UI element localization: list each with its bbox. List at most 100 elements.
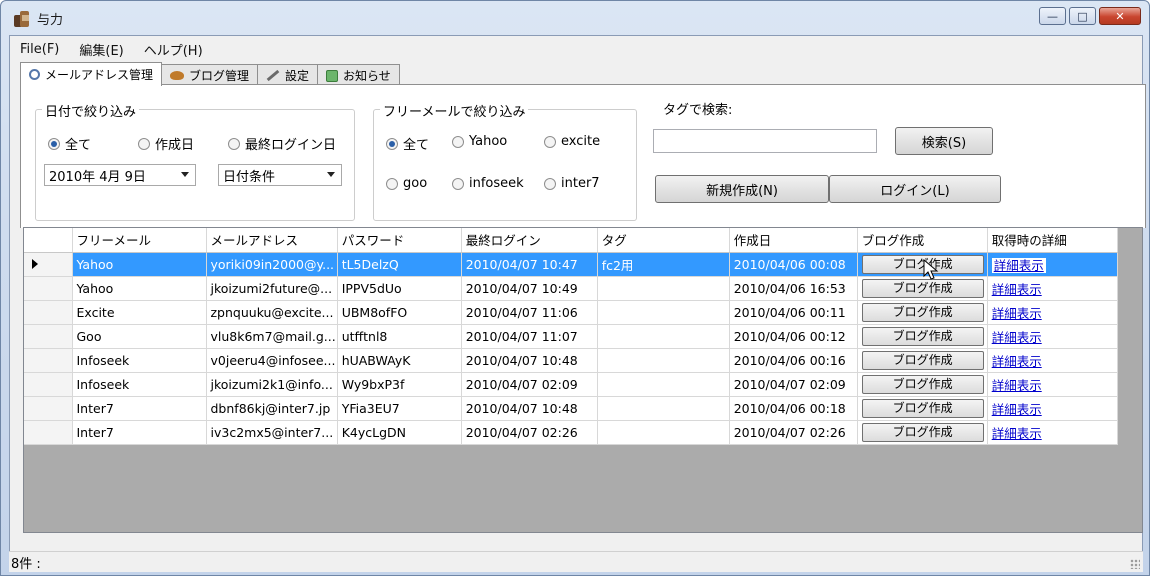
table-row[interactable]: Yahoo yoriki09in2000@y... tL5DelzQ 2010/04/… (24, 252, 1118, 277)
blog-create-button[interactable]: ブログ作成 (861, 278, 984, 298)
table-cell[interactable]: 2010/04/07 10:48 (461, 348, 598, 373)
resize-grip-icon[interactable] (1130, 559, 1140, 569)
table-cell[interactable]: fc2用 (597, 252, 730, 277)
table-cell[interactable]: YFia3EU7 (337, 396, 462, 421)
table-cell[interactable] (597, 420, 730, 445)
detail-cell[interactable]: 詳細表示 (987, 348, 1118, 373)
blog-create-button[interactable]: ブログ作成 (861, 326, 984, 346)
table-cell[interactable]: vlu8k6m7@mail.g... (206, 324, 338, 349)
detail-link[interactable]: 詳細表示 (992, 330, 1042, 345)
table-cell[interactable]: 2010/04/06 00:11 (729, 300, 858, 325)
table-cell[interactable]: 2010/04/07 02:09 (729, 372, 858, 397)
table-cell[interactable]: tL5DelzQ (337, 252, 462, 277)
table-cell[interactable]: Excite (72, 300, 207, 325)
table-cell[interactable] (597, 324, 730, 349)
table-cell[interactable]: jkoizumi2future@... (206, 276, 338, 301)
row-header[interactable] (24, 324, 73, 349)
table-row[interactable]: Goo vlu8k6m7@mail.g... utfftnl8 2010/04/07 … (24, 324, 1118, 349)
column-header[interactable]: 作成日 (729, 228, 858, 253)
row-header[interactable] (24, 252, 73, 277)
table-cell[interactable]: zpnquuku@excite... (206, 300, 338, 325)
tab-settings[interactable]: 設定 (257, 64, 319, 86)
table-cell[interactable]: 2010/04/07 10:47 (461, 252, 598, 277)
table-cell[interactable]: 2010/04/07 11:06 (461, 300, 598, 325)
date-picker[interactable]: 2010年 4月 9日 (44, 164, 196, 186)
blog-create-button[interactable]: ブログ作成 (861, 422, 984, 442)
radio-date-lastlogin[interactable]: 最終ログイン日 (228, 134, 336, 153)
column-header[interactable]: タグ (597, 228, 730, 253)
table-cell[interactable]: 2010/04/06 16:53 (729, 276, 858, 301)
detail-link[interactable]: 詳細表示 (992, 306, 1042, 321)
detail-cell[interactable]: 詳細表示 (987, 372, 1118, 397)
radio-mail-infoseek[interactable]: infoseek (452, 176, 524, 191)
blog-create-cell[interactable]: ブログ作成 (857, 396, 988, 421)
table-row[interactable]: Yahoo jkoizumi2future@... IPPV5dUo 2010/04/… (24, 276, 1118, 301)
table-row[interactable]: Excite zpnquuku@excite... UBM8ofFO 2010/04/… (24, 300, 1118, 325)
blog-create-cell[interactable]: ブログ作成 (857, 324, 988, 349)
radio-mail-goo[interactable]: goo (386, 176, 427, 191)
table-cell[interactable]: 2010/04/07 10:49 (461, 276, 598, 301)
menu-file[interactable]: File(F) (20, 42, 59, 57)
blog-create-button[interactable]: ブログ作成 (861, 302, 984, 322)
table-cell[interactable]: 2010/04/07 02:26 (461, 420, 598, 445)
table-cell[interactable]: Infoseek (72, 372, 207, 397)
table-cell[interactable] (597, 300, 730, 325)
table-cell[interactable]: Goo (72, 324, 207, 349)
blog-create-button[interactable]: ブログ作成 (861, 350, 984, 370)
detail-cell[interactable]: 詳細表示 (987, 276, 1118, 301)
close-button[interactable]: ✕ (1099, 7, 1141, 25)
table-cell[interactable]: UBM8ofFO (337, 300, 462, 325)
menu-edit[interactable]: 編集(E) (79, 40, 123, 59)
table-cell[interactable]: Wy9bxP3f (337, 372, 462, 397)
column-header[interactable]: メールアドレス (206, 228, 338, 253)
table-cell[interactable]: jkoizumi2k1@info... (206, 372, 338, 397)
detail-cell[interactable]: 詳細表示 (987, 396, 1118, 421)
tab-blog-management[interactable]: ブログ管理 (161, 64, 259, 86)
table-cell[interactable]: Inter7 (72, 396, 207, 421)
table-cell[interactable]: 2010/04/07 11:07 (461, 324, 598, 349)
tab-news[interactable]: お知らせ (317, 64, 400, 86)
column-header[interactable]: ブログ作成 (857, 228, 988, 253)
radio-date-all[interactable]: 全て (48, 134, 91, 153)
blog-create-button[interactable]: ブログ作成 (861, 398, 984, 418)
radio-mail-yahoo[interactable]: Yahoo (452, 134, 507, 149)
row-header[interactable] (24, 300, 73, 325)
blog-create-button[interactable]: ブログ作成 (861, 374, 984, 394)
tag-search-input[interactable] (653, 129, 877, 153)
detail-cell[interactable]: 詳細表示 (987, 300, 1118, 325)
blog-create-cell[interactable]: ブログ作成 (857, 420, 988, 445)
table-cell[interactable]: Yahoo (72, 276, 207, 301)
table-cell[interactable]: 2010/04/07 02:09 (461, 372, 598, 397)
detail-link[interactable]: 詳細表示 (992, 426, 1042, 441)
detail-link[interactable]: 詳細表示 (992, 402, 1042, 417)
search-button[interactable]: 検索(S) (895, 127, 993, 155)
table-cell[interactable]: 2010/04/07 10:48 (461, 396, 598, 421)
column-header[interactable]: 最終ログイン (461, 228, 598, 253)
date-condition-select[interactable]: 日付条件 (218, 164, 342, 186)
table-cell[interactable]: IPPV5dUo (337, 276, 462, 301)
table-cell[interactable]: v0jeeru4@infosee... (206, 348, 338, 373)
table-cell[interactable]: dbnf86kj@inter7.jp (206, 396, 338, 421)
detail-link[interactable]: 詳細表示 (991, 257, 1046, 273)
radio-date-created[interactable]: 作成日 (138, 134, 194, 153)
minimize-button[interactable]: — (1039, 7, 1066, 25)
tab-mail-management[interactable]: メールアドレス管理 (20, 62, 163, 86)
table-cell[interactable]: 2010/04/06 00:08 (729, 252, 858, 277)
table-cell[interactable]: 2010/04/07 02:26 (729, 420, 858, 445)
table-cell[interactable]: 2010/04/06 00:12 (729, 324, 858, 349)
detail-cell[interactable]: 詳細表示 (987, 324, 1118, 349)
radio-mail-inter7[interactable]: inter7 (544, 176, 600, 191)
table-row[interactable]: Infoseek v0jeeru4@infosee... hUABWAyK 2010/… (24, 348, 1118, 373)
column-header[interactable]: 取得時の詳細 (987, 228, 1118, 253)
detail-cell[interactable]: 詳細表示 (987, 420, 1118, 445)
row-header[interactable] (24, 348, 73, 373)
menu-help[interactable]: ヘルプ(H) (144, 40, 203, 59)
detail-cell[interactable]: 詳細表示 (987, 252, 1118, 277)
column-header[interactable]: フリーメール (72, 228, 207, 253)
row-header[interactable] (24, 396, 73, 421)
table-cell[interactable]: hUABWAyK (337, 348, 462, 373)
table-cell[interactable] (597, 348, 730, 373)
table-row[interactable]: Inter7 dbnf86kj@inter7.jp YFia3EU7 2010/04/… (24, 396, 1118, 421)
table-cell[interactable]: 2010/04/06 00:16 (729, 348, 858, 373)
maximize-button[interactable]: □ (1069, 7, 1096, 25)
